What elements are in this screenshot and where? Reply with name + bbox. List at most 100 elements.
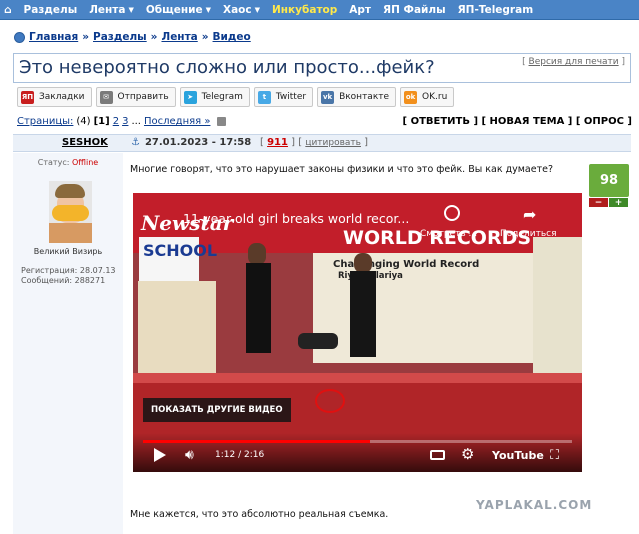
- breadcrumb-home[interactable]: Главная: [29, 31, 78, 43]
- author-stats: Регистрация: 28.07.13 Сообщений: 288271: [21, 266, 116, 286]
- share-button-label: Вконтакте: [339, 92, 390, 102]
- chevron-down-icon: ▼: [128, 5, 134, 14]
- twitter-icon: t: [257, 90, 271, 104]
- share-button-label: Twitter: [275, 92, 307, 102]
- author-rank: Великий Визирь: [33, 247, 103, 256]
- page-link-2[interactable]: 2: [113, 116, 119, 127]
- fullscreen-icon[interactable]: ⛶: [550, 448, 559, 463]
- nav-item-label: Хаос: [223, 3, 252, 16]
- volume-icon[interactable]: 🔊︎: [185, 447, 194, 463]
- post-number-link[interactable]: 911: [267, 137, 288, 148]
- video-right-banner: [533, 237, 582, 387]
- nav-item[interactable]: Хаос ▼: [223, 4, 260, 16]
- nav-item[interactable]: ЯП Файлы: [383, 4, 446, 16]
- nav-item[interactable]: Арт: [349, 4, 371, 16]
- nav-item-label: Арт: [349, 3, 371, 16]
- rating-box: 98 − +: [589, 164, 629, 208]
- nav-item-label: Инкубатор: [272, 3, 338, 16]
- nav-item-label: ЯП-Telegram: [457, 3, 534, 16]
- pages-label[interactable]: Страницы:: [17, 116, 73, 127]
- play-icon[interactable]: [154, 448, 166, 462]
- author-status: Статус: Offline: [37, 158, 99, 167]
- post-number: [ 911 ] [ цитировать ]: [260, 137, 369, 148]
- breadcrumb-sections[interactable]: Разделы: [93, 31, 147, 43]
- share-button-label: Telegram: [201, 92, 243, 102]
- post-text-2: Мне кажется, что это абсолютно реальная …: [130, 509, 389, 520]
- highlight-circle: [315, 389, 345, 413]
- subtitles-icon[interactable]: [430, 450, 445, 460]
- share-button[interactable]: vk Вконтакте: [317, 87, 397, 107]
- topic-header: Это невероятно сложно или просто...фейк?…: [13, 53, 631, 83]
- post-header: SESHOK ⚓ 27.01.2023 - 17:58 [ 911 ] [ цит…: [13, 134, 631, 152]
- chevron-down-icon: ▼: [254, 5, 261, 14]
- nav-item-label: Общение: [145, 3, 203, 16]
- topic-actions[interactable]: [ ОТВЕТИТЬ ] [ НОВАЯ ТЕМА ] [ ОПРОС ]: [403, 116, 632, 127]
- nav-item[interactable]: Общение ▼: [146, 4, 211, 16]
- site-watermark: YAPLAKAL.COM: [476, 498, 593, 512]
- nav-item[interactable]: ЯП-Telegram: [458, 4, 534, 16]
- forum-icon: [14, 31, 25, 43]
- print-version-link[interactable]: Версия для печати: [529, 57, 619, 67]
- pagination: Страницы: (4) [1] 2 3 ... Последняя »: [17, 116, 227, 127]
- author-sidebar: Статус: Offline Великий Визирь Регистрац…: [13, 153, 123, 534]
- post-date-text: 27.01.2023 - 17:58: [144, 137, 252, 148]
- pages-ellipsis: ...: [131, 116, 141, 127]
- share-button[interactable]: ok OK.ru: [400, 87, 455, 107]
- video-time: 1:12 / 2:16: [215, 450, 265, 460]
- nav-item-label: ЯП Файлы: [383, 3, 446, 16]
- more-videos-button[interactable]: ПОКАЗАТЬ ДРУГИЕ ВИДЕО: [143, 398, 291, 422]
- share-button[interactable]: ➤ Telegram: [179, 87, 250, 107]
- author-messages: Сообщений: 288271: [21, 276, 106, 285]
- watch-later-icon[interactable]: [444, 205, 460, 221]
- nav-item[interactable]: Инкубатор: [272, 4, 337, 16]
- nav-item[interactable]: Разделы: [24, 4, 78, 16]
- share-button[interactable]: ЯП Закладки: [17, 87, 92, 107]
- post-author[interactable]: SESHOK: [62, 137, 108, 148]
- share-button[interactable]: t Twitter: [253, 87, 314, 107]
- video-title[interactable]: 11-year-old girl breaks world recor...: [183, 211, 409, 226]
- watch-later-label[interactable]: Смотреть ...: [420, 229, 477, 239]
- anchor-icon[interactable]: ⚓: [131, 137, 140, 148]
- video-person-1: [246, 263, 271, 353]
- nav-item[interactable]: Лента ▼: [89, 4, 134, 16]
- current-page: [1]: [93, 116, 110, 127]
- last-page-link[interactable]: Последняя »: [144, 116, 210, 127]
- download-icon[interactable]: [217, 117, 227, 126]
- rate-plus-button[interactable]: +: [609, 198, 628, 208]
- print-version: [ Версия для печати ]: [522, 57, 625, 67]
- youtube-player[interactable]: WORLD RECORDS Challenging World Record R…: [133, 193, 582, 472]
- nav-item-label: Разделы: [23, 3, 78, 16]
- rating-value: 98: [589, 164, 629, 197]
- gear-icon[interactable]: ⚙: [461, 445, 474, 463]
- ok-icon: ok: [404, 90, 418, 104]
- telegram-icon: ➤: [183, 90, 197, 104]
- quote-link[interactable]: цитировать: [305, 138, 361, 148]
- post-text: Многие говорят, что это нарушает законы …: [130, 164, 554, 175]
- breadcrumb-video[interactable]: Видео: [213, 31, 251, 43]
- top-navigation: ⌂ Разделы Лента ▼ Общение ▼ Хаос ▼ Инкубатор Арт…: [0, 0, 639, 20]
- pages-count: (4): [76, 116, 91, 127]
- share-button-label: Закладки: [39, 92, 85, 102]
- share-icon[interactable]: ➦: [523, 205, 536, 224]
- youtube-logo[interactable]: YouTube: [492, 449, 544, 462]
- post-date: ⚓ 27.01.2023 - 17:58: [131, 137, 251, 148]
- page-title: Это невероятно сложно или просто...фейк?: [19, 57, 435, 78]
- rate-minus-button[interactable]: −: [589, 198, 608, 208]
- share-bar: ЯП Закладки ✉ Отправить ➤ Telegram t Twitter vk В…: [17, 87, 458, 107]
- avatar[interactable]: [49, 181, 92, 243]
- share-button[interactable]: ✉ Отправить: [95, 87, 176, 107]
- nav-item-label: Лента: [89, 3, 126, 16]
- share-button-label: Отправить: [117, 92, 169, 102]
- mail-icon: ✉: [99, 90, 113, 104]
- share-button-label: OK.ru: [422, 92, 448, 102]
- vk-icon: vk: [321, 90, 335, 104]
- breadcrumb-feed[interactable]: Лента: [161, 31, 197, 43]
- breadcrumb: Главная» Разделы» Лента» Видео: [14, 30, 251, 44]
- author-registration: Регистрация: 28.07.13: [21, 266, 116, 275]
- yap-icon: ЯП: [21, 90, 34, 104]
- share-label[interactable]: Поделиться: [500, 229, 557, 239]
- chevron-down-icon: ▼: [205, 5, 211, 14]
- progress-bar[interactable]: [143, 440, 572, 443]
- page-link-3[interactable]: 3: [122, 116, 128, 127]
- home-icon[interactable]: ⌂: [4, 4, 12, 16]
